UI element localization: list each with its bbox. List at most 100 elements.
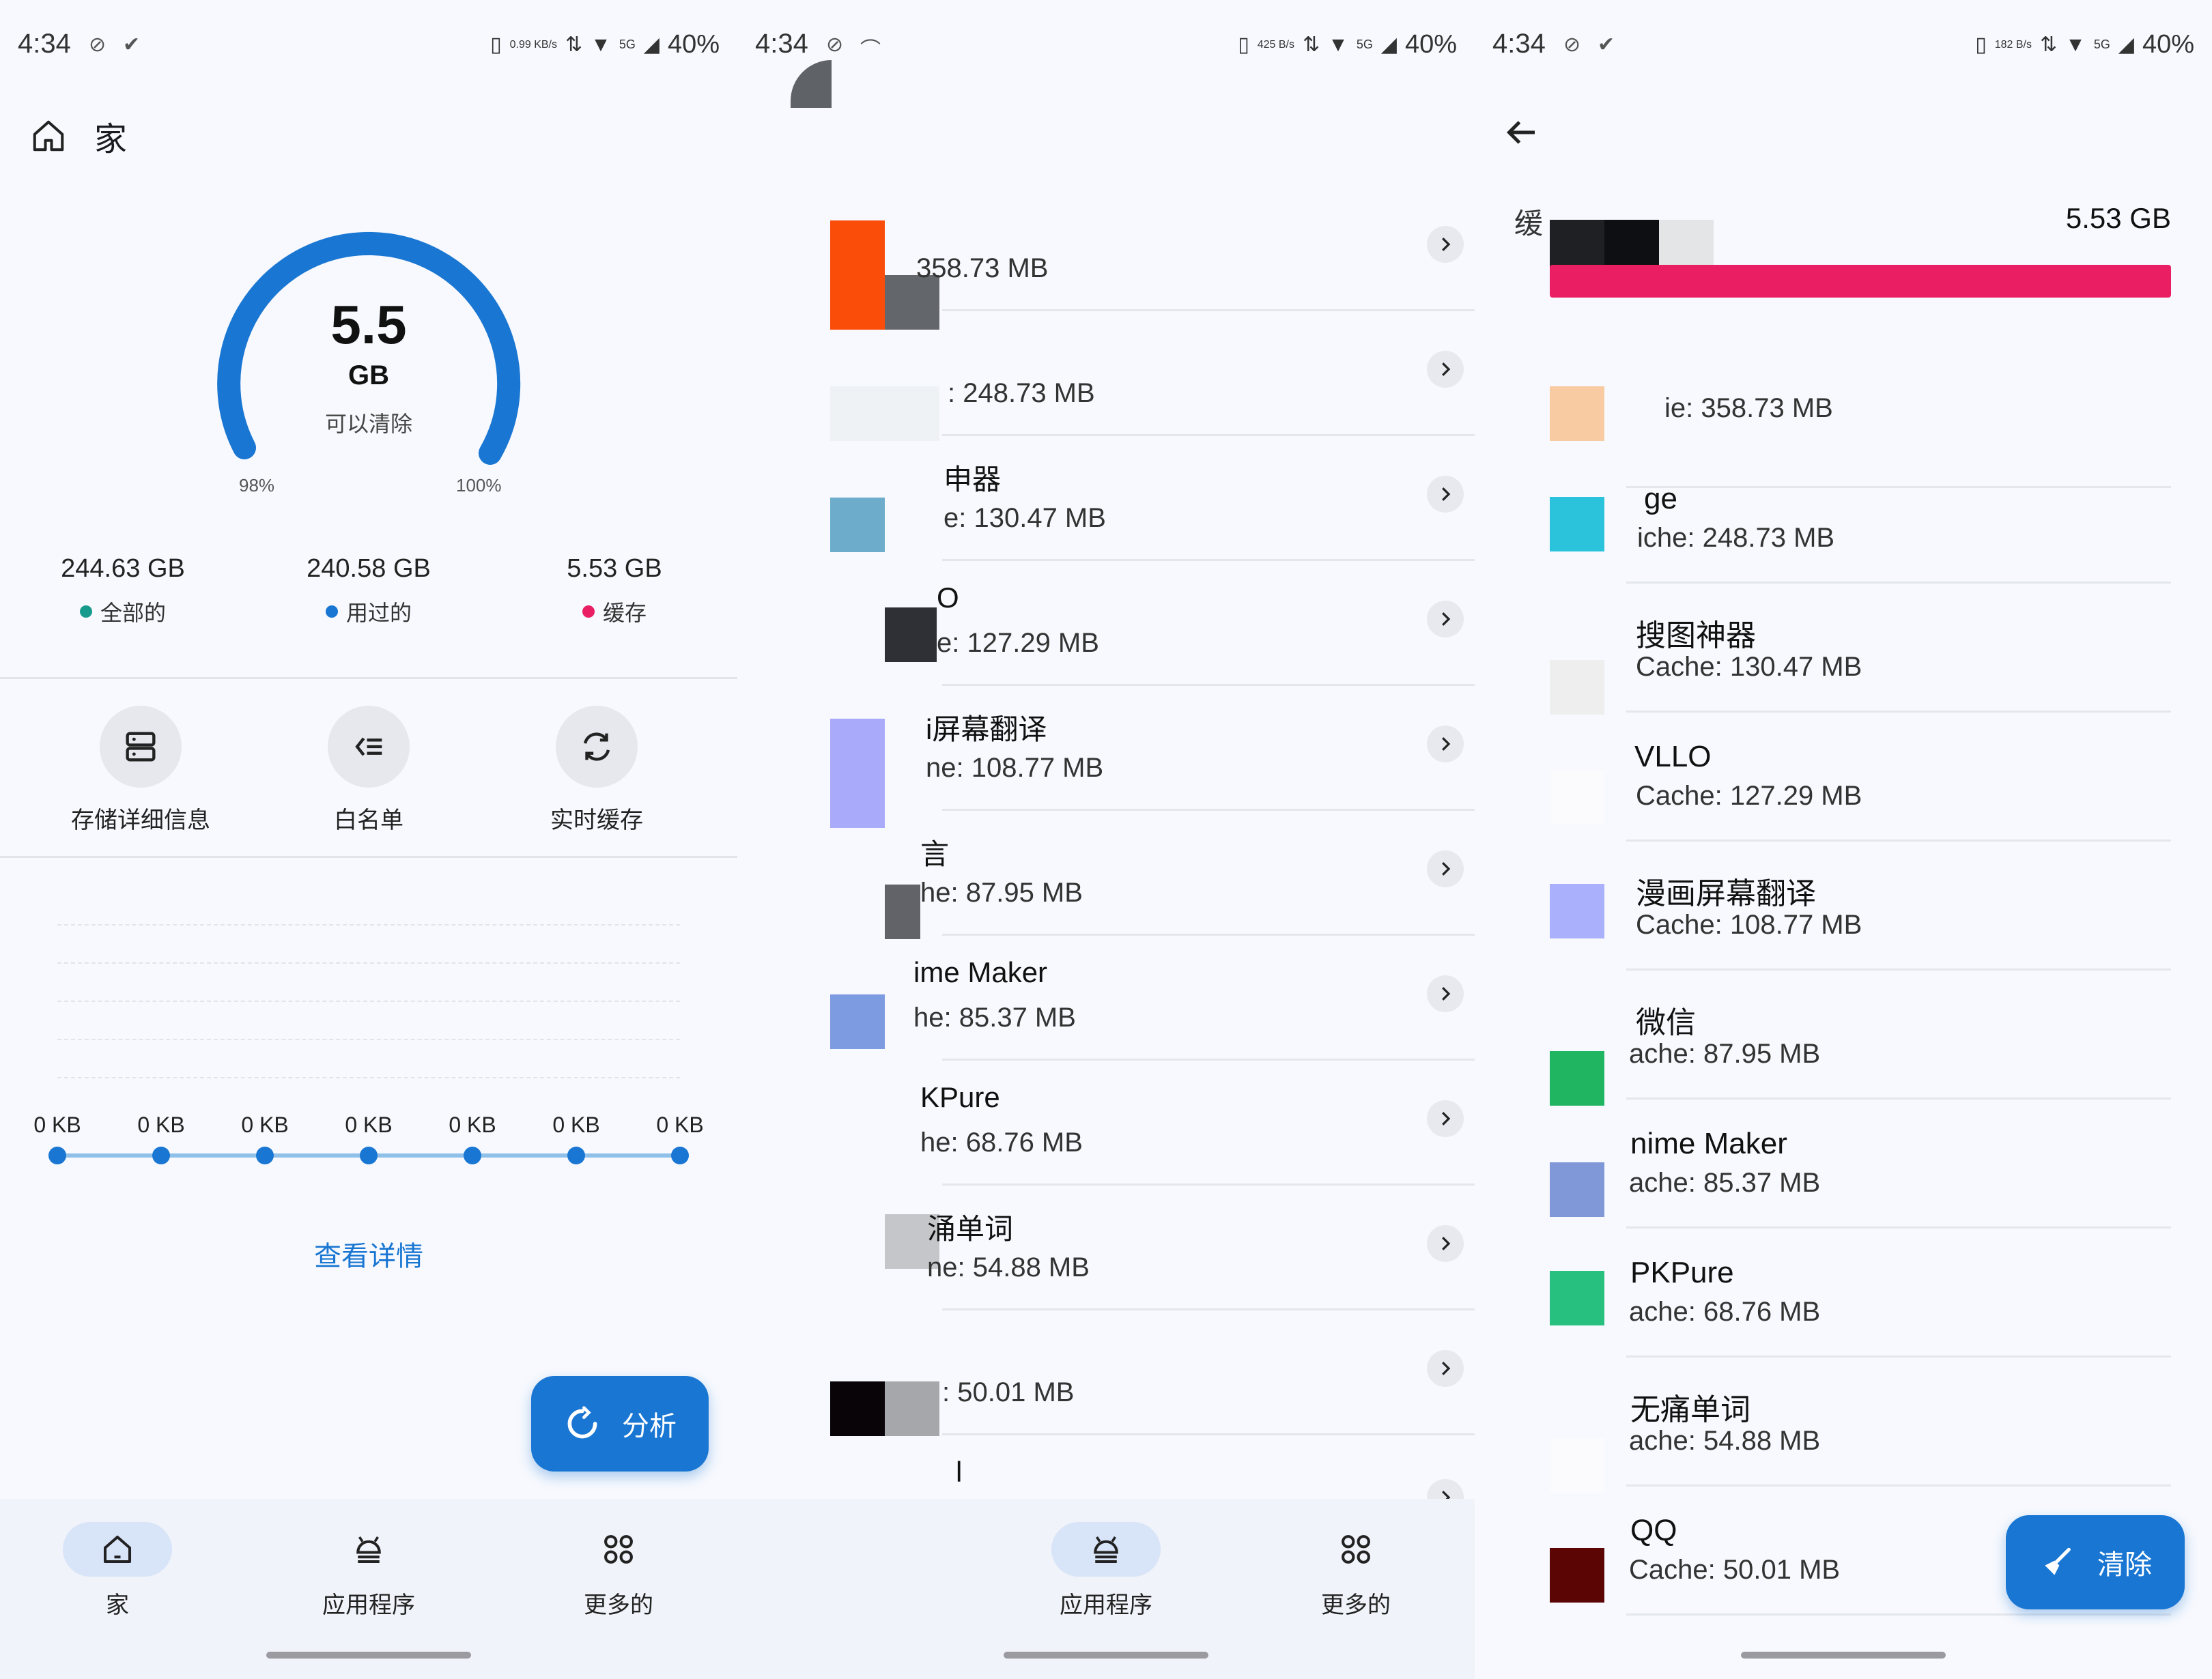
nav-apps[interactable]: 应用程序 (287, 1522, 451, 1620)
cleaner-notify-icon: ✔ (123, 33, 141, 56)
nav-more[interactable]: 更多的 (537, 1522, 700, 1620)
chevron-right-icon[interactable] (1427, 226, 1464, 263)
app-row[interactable]: l (737, 1435, 1475, 1516)
app-cache-size: Cache: 50.01 MB (1629, 1555, 1841, 1585)
chevron-right-icon[interactable] (1427, 351, 1464, 388)
cache-detail-screen: 4:34 ⊘ ✔ ▯ 182 B/s ⇅ ▼ 5G ◢ 40% 缓 5.53 G… (1475, 0, 2212, 1679)
timeline-point (360, 1147, 378, 1164)
cache-app-row[interactable]: ge iche: 248.73 MB (1475, 455, 2212, 584)
more-grid-icon (604, 1535, 633, 1564)
android-icon (1094, 1536, 1118, 1564)
cache-app-row[interactable]: VLLO Cache: 127.29 MB (1475, 713, 2212, 842)
nav-apps[interactable]: 应用程序 (1024, 1522, 1188, 1620)
app-row[interactable]: ime Maker he: 85.37 MB (737, 936, 1475, 1061)
app-row[interactable]: 涌单词 ne: 54.88 MB (737, 1186, 1475, 1310)
app-icon (885, 607, 937, 662)
status-bar: 4:34 ⊘ ⌒ ▯ 425 B/s ⇅ ▼ 5G ◢ 40% (737, 0, 1475, 96)
view-details-link[interactable]: 查看详情 (0, 1234, 737, 1274)
app-icon (1550, 1162, 1604, 1217)
home-screen: 4:34 ⊘ ✔ ▯ 0.99 KB/s ⇅ ▼ 5G ◢ 40% 家 5.5 … (0, 0, 737, 1679)
action-label: 实时缓存 (550, 807, 643, 833)
timeline-point (671, 1147, 689, 1164)
chevron-right-icon[interactable] (1427, 850, 1464, 887)
cache-app-row[interactable]: 漫画屏幕翻译 Cache: 108.77 MB (1475, 842, 2212, 971)
timeline-label: 0 KB (656, 1113, 704, 1137)
nav-more[interactable]: 更多的 (1274, 1522, 1438, 1620)
app-row[interactable]: : 248.73 MB (737, 311, 1475, 441)
stat-label: 用过的 (345, 601, 412, 625)
chevron-right-icon[interactable] (1427, 601, 1464, 637)
whitelist-button[interactable]: 白名单 (280, 706, 457, 835)
app-cache-size: he: 68.76 MB (920, 1128, 1083, 1158)
wifi-icon: ▼ (591, 33, 611, 56)
chart-gridline (57, 924, 680, 925)
app-row[interactable]: : 50.01 MB (737, 1310, 1475, 1436)
app-icon (1550, 1548, 1604, 1603)
app-row[interactable]: O e: 127.29 MB (737, 561, 1475, 686)
app-cache-size: : 50.01 MB (942, 1377, 1075, 1407)
screenshot-triptych: 4:34 ⊘ ✔ ▯ 0.99 KB/s ⇅ ▼ 5G ◢ 40% 家 5.5 … (0, 0, 2212, 1679)
gauge-unit: GB (348, 360, 389, 390)
chevron-right-icon[interactable] (1427, 1350, 1464, 1387)
app-row[interactable]: 申器 e: 130.47 MB (737, 436, 1475, 561)
app-row[interactable]: KPure he: 68.76 MB (737, 1061, 1475, 1186)
app-icon (1550, 770, 1604, 824)
cache-app-row[interactable]: 微信 ache: 87.95 MB (1475, 971, 2212, 1106)
gauge-value: 5.5 (330, 294, 407, 355)
app-icon (1550, 1271, 1604, 1325)
timeline-point (464, 1147, 481, 1164)
storage-details-button[interactable]: 存储详细信息 (52, 706, 229, 835)
nav-label: 更多的 (1321, 1592, 1391, 1618)
action-label: 白名单 (334, 807, 403, 833)
clear-label: 清除 (2097, 1550, 2152, 1580)
clear-button[interactable]: 清除 (2006, 1515, 2185, 1609)
timeline-label: 0 KB (552, 1113, 600, 1137)
timeline-label: 0 KB (345, 1113, 393, 1137)
app-name: ime Maker (913, 956, 1048, 988)
cache-app-row[interactable]: 搜图神器 Cache: 130.47 MB (1475, 584, 2212, 715)
chevron-right-icon[interactable] (1427, 975, 1464, 1012)
total-cache-size: 5.53 GB (2065, 202, 2171, 234)
app-row[interactable]: 言 he: 87.95 MB (737, 811, 1475, 939)
app-cache-size: he: 87.95 MB (920, 878, 1083, 908)
vibrate-icon: ▯ (1238, 33, 1249, 56)
status-time: 4:34 (18, 29, 71, 59)
app-name: 言 (920, 838, 950, 870)
page-title: 家 (94, 121, 128, 158)
chevron-right-icon[interactable] (1427, 1100, 1464, 1137)
app-row[interactable]: i屏幕翻译 ne: 108.77 MB (737, 686, 1475, 828)
chevron-right-icon[interactable] (1427, 1225, 1464, 1262)
app-cache-size: ne: 108.77 MB (926, 753, 1104, 783)
cache-header-label: 缓 (1514, 207, 1544, 240)
back-arrow-icon[interactable] (1501, 112, 1542, 153)
status-bar: 4:34 ⊘ ✔ ▯ 0.99 KB/s ⇅ ▼ 5G ◢ 40% (0, 0, 737, 96)
network-type: 5G (1356, 38, 1373, 51)
nav-home[interactable]: 家 (36, 1522, 199, 1620)
signal-icon: ◢ (2118, 33, 2134, 56)
realtime-cache-button[interactable]: 实时缓存 (508, 706, 685, 835)
chevron-right-icon[interactable] (1427, 476, 1464, 513)
network-type: 5G (2093, 38, 2110, 51)
gauge-min-label: 98% (239, 475, 275, 496)
app-name: 无痛单词 (1630, 1393, 1750, 1426)
cache-app-row[interactable]: nime Maker ache: 85.37 MB (1475, 1100, 2212, 1229)
cache-app-row[interactable]: 无痛单词 ache: 54.88 MB (1475, 1358, 2212, 1493)
chart-gridline (57, 1077, 680, 1078)
app-cache-size: : 248.73 MB (948, 378, 1095, 408)
chevron-right-icon[interactable] (1427, 726, 1464, 762)
data-icon: ⇅ (565, 33, 583, 56)
status-bar: 4:34 ⊘ ✔ ▯ 182 B/s ⇅ ▼ 5G ◢ 40% (1475, 0, 2212, 96)
app-row[interactable]: 358.73 MB (737, 186, 1475, 330)
timeline-label: 0 KB (449, 1113, 496, 1137)
vpn-icon: ⊘ (826, 33, 844, 56)
wifi-icon: ▼ (2065, 33, 2086, 56)
cache-usage-bar (1550, 265, 2171, 298)
stat-value: 240.58 GB (307, 554, 431, 583)
cache-app-row[interactable]: PKPure ache: 68.76 MB (1475, 1229, 2212, 1358)
analyze-button[interactable]: 分析 (531, 1376, 709, 1472)
timeline-label: 0 KB (33, 1113, 81, 1137)
app-icon (830, 498, 885, 552)
status-indicators: ▯ 0.99 KB/s ⇅ ▼ 5G ◢ 40% (490, 30, 720, 59)
divider (0, 856, 737, 858)
network-type: 5G (619, 38, 636, 51)
